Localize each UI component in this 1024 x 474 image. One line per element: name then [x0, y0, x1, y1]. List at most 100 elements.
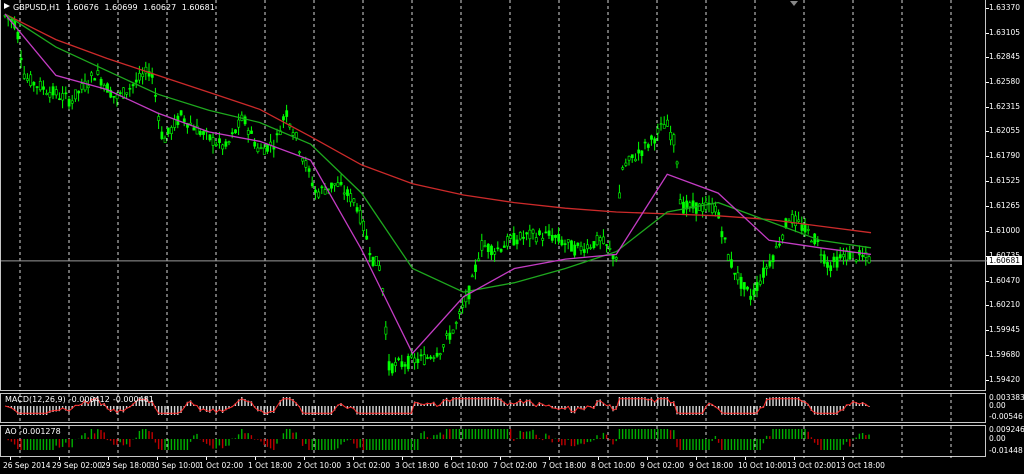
candles [3, 14, 871, 376]
macd-main-value: -0.000412 [68, 395, 110, 404]
bearish-candle [643, 141, 647, 144]
bullish-candle [758, 280, 762, 285]
price-chart-pane[interactable]: GBPUSD,H1 1.60676 1.60699 1.60627 1.6068… [0, 0, 987, 391]
price-scale-label: 1.62315 [989, 101, 1021, 111]
bullish-candle [672, 134, 676, 146]
price-scale-label: 1.62055 [989, 126, 1021, 136]
bullish-candle [304, 160, 308, 168]
bearish-candle [400, 361, 404, 367]
bullish-candle [115, 94, 119, 100]
bearish-candle [576, 242, 580, 246]
time-axis-label: 10 Oct 10:00 [738, 461, 787, 470]
bullish-candle [141, 73, 145, 78]
time-axis-label: 6 Oct 10:00 [444, 461, 489, 470]
bullish-candle [566, 239, 570, 243]
ma-fast-line [4, 13, 872, 355]
bearish-candle [490, 245, 493, 256]
bearish-candle [35, 86, 39, 88]
ao-histogram [7, 426, 952, 458]
bullish-candle [518, 232, 522, 240]
time-axis-tick [10, 457, 11, 460]
price-scale-label: 1.61525 [989, 176, 1021, 186]
bearish-candle [730, 259, 733, 268]
time-axis-label: 1 Oct 18:00 [248, 461, 293, 470]
bearish-candle [42, 86, 45, 90]
bearish-candle [182, 118, 186, 123]
bullish-candle [349, 193, 353, 203]
price-scale-label: 1.63105 [989, 27, 1021, 37]
time-axis[interactable]: 26 Sep 2014 29 Sep 02:00 29 Sep 18:00 30 Se… [0, 457, 986, 474]
bearish-candle [64, 92, 68, 95]
bearish-candle [742, 282, 746, 290]
bullish-candle [634, 158, 637, 162]
time-axis-label: 13 Oct 18:00 [836, 461, 885, 470]
bullish-candle [54, 89, 58, 96]
bearish-candle [339, 181, 343, 185]
bearish-candle [496, 247, 500, 250]
price-scale[interactable]: 1.63370 1.63105 1.62845 1.62580 1.62315 1.620… [986, 0, 1024, 391]
ao-pane[interactable]: AO -0.001278 [0, 425, 986, 458]
bullish-candle [614, 257, 618, 260]
macd-pane[interactable]: MACD(12,26,9) -0.000412 -0.000481 [0, 393, 986, 424]
bearish-candle [429, 356, 433, 359]
bearish-candle [560, 239, 564, 246]
ao-scale-max: 0.009246 [989, 425, 1024, 434]
time-axis-tick [843, 457, 844, 460]
bearish-candle [637, 149, 641, 154]
bearish-candle [771, 255, 775, 263]
time-axis-tick [500, 457, 501, 460]
time-axis-label: 30 Sep 10:00 [150, 461, 201, 470]
bearish-candle [150, 73, 154, 78]
bullish-candle [656, 128, 660, 134]
bearish-candle [550, 235, 554, 241]
time-axis-tick [108, 457, 109, 460]
bullish-candle [509, 235, 513, 239]
ao-value: -0.001278 [19, 427, 61, 436]
bearish-candle [166, 127, 170, 135]
bearish-candle [723, 237, 727, 240]
bullish-candle [237, 119, 241, 128]
bullish-candle [138, 73, 141, 81]
bearish-candle [762, 267, 765, 278]
bullish-candle [806, 229, 810, 231]
bullish-candle [794, 215, 797, 226]
bullish-candle [298, 151, 301, 154]
bearish-candle [160, 131, 164, 139]
chart-shift-marker[interactable] [790, 1, 798, 6]
bearish-candle [605, 244, 609, 246]
bullish-candle [608, 248, 612, 250]
bullish-candle [342, 192, 346, 195]
time-axis-label: 2 Oct 10:00 [297, 461, 342, 470]
bearish-candle [784, 218, 788, 228]
time-axis-label: 3 Oct 02:00 [346, 461, 391, 470]
bearish-candle [733, 272, 737, 275]
bearish-candle [32, 82, 36, 86]
bearish-candle [611, 254, 615, 260]
bullish-candle [854, 259, 858, 262]
chart-window[interactable]: GBPUSD,H1 1.60676 1.60699 1.60627 1.6068… [0, 0, 1024, 474]
bearish-candle [365, 235, 369, 240]
bullish-candle [458, 311, 461, 314]
bearish-candle [416, 358, 420, 363]
bullish-candle [26, 78, 29, 81]
price-scale-label: 1.60470 [989, 275, 1021, 285]
bearish-candle [653, 138, 657, 144]
time-axis-tick [647, 457, 648, 460]
bearish-candle [557, 233, 561, 242]
bullish-candle [170, 127, 173, 134]
time-axis-label: 26 Sep 2014 [3, 461, 51, 470]
bullish-candle [675, 161, 679, 165]
bearish-candle [426, 357, 429, 359]
bullish-candle [442, 344, 445, 348]
time-axis-tick [745, 457, 746, 460]
bullish-candle [736, 272, 740, 281]
price-scale-label: 1.62845 [989, 52, 1021, 61]
bullish-candle [579, 245, 583, 251]
bullish-candle [842, 254, 845, 258]
bearish-candle [234, 129, 237, 134]
bearish-candle [739, 276, 743, 289]
bearish-candle [355, 207, 359, 212]
price-chart[interactable] [1, 0, 987, 391]
macd-scale-zero: 0.00 [989, 401, 1006, 410]
bearish-candle [694, 202, 698, 214]
